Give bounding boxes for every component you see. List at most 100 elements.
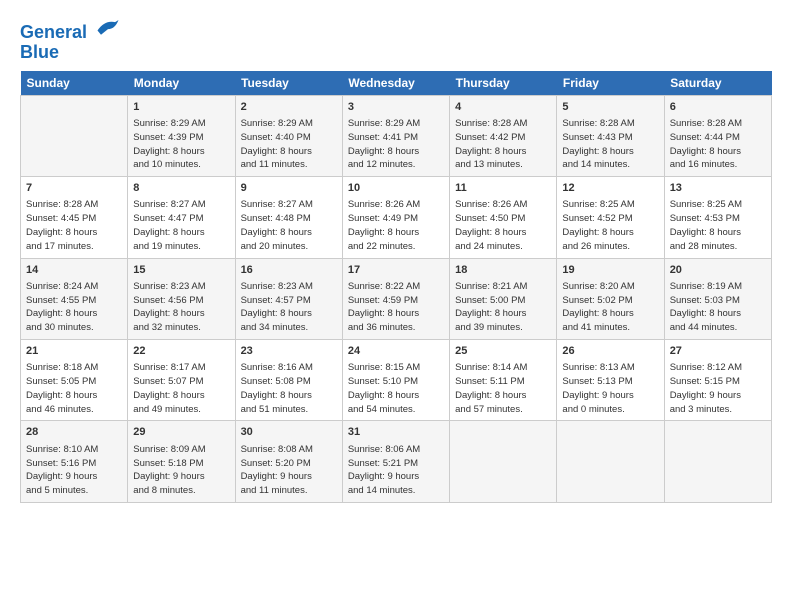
day-info: Sunrise: 8:22 AM Sunset: 4:59 PM Dayligh… (348, 280, 444, 335)
day-info: Sunrise: 8:13 AM Sunset: 5:13 PM Dayligh… (562, 361, 658, 416)
day-number: 15 (133, 263, 229, 278)
day-number: 3 (348, 100, 444, 115)
cell-3-7: 20 Sunrise: 8:19 AM Sunset: 5:03 PM Dayli… (664, 258, 771, 339)
cell-2-6: 12Sunrise: 8:25 AM Sunset: 4:52 PM Dayli… (557, 177, 664, 258)
day-info: Sunrise: 8:23 AM Sunset: 4:56 PM Dayligh… (133, 280, 229, 335)
day-info: Sunrise: 8:20 AM Sunset: 5:02 PM Dayligh… (562, 280, 658, 335)
day-info: Sunrise: 8:28 AM Sunset: 4:45 PM Dayligh… (26, 198, 122, 253)
day-info: Sunrise: 8:26 AM Sunset: 4:49 PM Dayligh… (348, 198, 444, 253)
page: General Blue SundayMondayTuesdayWednesda… (0, 0, 792, 612)
day-number: 24 (348, 344, 444, 359)
logo-bird-icon (94, 16, 122, 38)
day-number: 29 (133, 425, 229, 440)
col-header-tuesday: Tuesday (235, 71, 342, 96)
col-header-thursday: Thursday (450, 71, 557, 96)
day-number: 8 (133, 181, 229, 196)
day-number: 22 (133, 344, 229, 359)
day-number: 23 (241, 344, 337, 359)
cell-1-3: 2Sunrise: 8:29 AM Sunset: 4:40 PM Daylig… (235, 95, 342, 176)
week-row-2: 7Sunrise: 8:28 AM Sunset: 4:45 PM Daylig… (21, 177, 772, 258)
week-row-4: 21 Sunrise: 8:18 AM Sunset: 5:05 PM Dayli… (21, 339, 772, 420)
day-info: Sunrise: 8:25 AM Sunset: 4:53 PM Dayligh… (670, 198, 766, 253)
day-info: Sunrise: 8:28 AM Sunset: 4:44 PM Dayligh… (670, 117, 766, 172)
cell-1-1 (21, 95, 128, 176)
week-row-5: 28 Sunrise: 8:10 AM Sunset: 5:16 PM Dayli… (21, 421, 772, 502)
day-number: 4 (455, 100, 551, 115)
cell-2-2: 8 Sunrise: 8:27 AM Sunset: 4:47 PM Daylig… (128, 177, 235, 258)
cell-1-4: 3 Sunrise: 8:29 AM Sunset: 4:41 PM Daylig… (342, 95, 449, 176)
cell-4-7: 27Sunrise: 8:12 AM Sunset: 5:15 PM Dayli… (664, 339, 771, 420)
cell-2-5: 11Sunrise: 8:26 AM Sunset: 4:50 PM Dayli… (450, 177, 557, 258)
day-number: 13 (670, 181, 766, 196)
cell-3-1: 14 Sunrise: 8:24 AM Sunset: 4:55 PM Dayli… (21, 258, 128, 339)
day-number: 25 (455, 344, 551, 359)
day-info: Sunrise: 8:09 AM Sunset: 5:18 PM Dayligh… (133, 443, 229, 498)
day-info: Sunrise: 8:14 AM Sunset: 5:11 PM Dayligh… (455, 361, 551, 416)
day-info: Sunrise: 8:21 AM Sunset: 5:00 PM Dayligh… (455, 280, 551, 335)
cell-4-4: 24 Sunrise: 8:15 AM Sunset: 5:10 PM Dayli… (342, 339, 449, 420)
day-info: Sunrise: 8:27 AM Sunset: 4:47 PM Dayligh… (133, 198, 229, 253)
cell-4-2: 22 Sunrise: 8:17 AM Sunset: 5:07 PM Dayli… (128, 339, 235, 420)
cell-3-4: 17 Sunrise: 8:22 AM Sunset: 4:59 PM Dayli… (342, 258, 449, 339)
day-number: 17 (348, 263, 444, 278)
cell-5-2: 29 Sunrise: 8:09 AM Sunset: 5:18 PM Dayli… (128, 421, 235, 502)
day-number: 30 (241, 425, 337, 440)
day-info: Sunrise: 8:17 AM Sunset: 5:07 PM Dayligh… (133, 361, 229, 416)
day-number: 1 (133, 100, 229, 115)
day-number: 16 (241, 263, 337, 278)
day-number: 12 (562, 181, 658, 196)
day-info: Sunrise: 8:26 AM Sunset: 4:50 PM Dayligh… (455, 198, 551, 253)
cell-4-3: 23 Sunrise: 8:16 AM Sunset: 5:08 PM Dayli… (235, 339, 342, 420)
day-info: Sunrise: 8:29 AM Sunset: 4:41 PM Dayligh… (348, 117, 444, 172)
day-info: Sunrise: 8:28 AM Sunset: 4:42 PM Dayligh… (455, 117, 551, 172)
cell-3-2: 15 Sunrise: 8:23 AM Sunset: 4:56 PM Dayli… (128, 258, 235, 339)
day-info: Sunrise: 8:19 AM Sunset: 5:03 PM Dayligh… (670, 280, 766, 335)
day-info: Sunrise: 8:08 AM Sunset: 5:20 PM Dayligh… (241, 443, 337, 498)
logo-blue: Blue (20, 43, 122, 63)
day-number: 9 (241, 181, 337, 196)
cell-1-5: 4 Sunrise: 8:28 AM Sunset: 4:42 PM Daylig… (450, 95, 557, 176)
day-info: Sunrise: 8:06 AM Sunset: 5:21 PM Dayligh… (348, 443, 444, 498)
cell-5-5 (450, 421, 557, 502)
day-info: Sunrise: 8:18 AM Sunset: 5:05 PM Dayligh… (26, 361, 122, 416)
cell-2-3: 9 Sunrise: 8:27 AM Sunset: 4:48 PM Daylig… (235, 177, 342, 258)
cell-5-4: 31 Sunrise: 8:06 AM Sunset: 5:21 PM Dayli… (342, 421, 449, 502)
cell-2-4: 10 Sunrise: 8:26 AM Sunset: 4:49 PM Dayli… (342, 177, 449, 258)
day-number: 6 (670, 100, 766, 115)
day-info: Sunrise: 8:10 AM Sunset: 5:16 PM Dayligh… (26, 443, 122, 498)
cell-5-6 (557, 421, 664, 502)
cell-1-6: 5 Sunrise: 8:28 AM Sunset: 4:43 PM Daylig… (557, 95, 664, 176)
week-row-3: 14 Sunrise: 8:24 AM Sunset: 4:55 PM Dayli… (21, 258, 772, 339)
logo-text: General (20, 16, 122, 43)
cell-1-2: 1 Sunrise: 8:29 AM Sunset: 4:39 PM Daylig… (128, 95, 235, 176)
cell-4-1: 21 Sunrise: 8:18 AM Sunset: 5:05 PM Dayli… (21, 339, 128, 420)
day-info: Sunrise: 8:24 AM Sunset: 4:55 PM Dayligh… (26, 280, 122, 335)
day-info: Sunrise: 8:16 AM Sunset: 5:08 PM Dayligh… (241, 361, 337, 416)
logo-general: General (20, 22, 87, 42)
day-info: Sunrise: 8:12 AM Sunset: 5:15 PM Dayligh… (670, 361, 766, 416)
day-info: Sunrise: 8:15 AM Sunset: 5:10 PM Dayligh… (348, 361, 444, 416)
cell-3-6: 19Sunrise: 8:20 AM Sunset: 5:02 PM Dayli… (557, 258, 664, 339)
cell-5-7 (664, 421, 771, 502)
day-info: Sunrise: 8:28 AM Sunset: 4:43 PM Dayligh… (562, 117, 658, 172)
calendar-table: SundayMondayTuesdayWednesdayThursdayFrid… (20, 71, 772, 503)
cell-5-1: 28 Sunrise: 8:10 AM Sunset: 5:16 PM Dayli… (21, 421, 128, 502)
col-header-sunday: Sunday (21, 71, 128, 96)
cell-4-6: 26Sunrise: 8:13 AM Sunset: 5:13 PM Dayli… (557, 339, 664, 420)
col-header-wednesday: Wednesday (342, 71, 449, 96)
header: General Blue (20, 16, 772, 63)
day-info: Sunrise: 8:29 AM Sunset: 4:40 PM Dayligh… (241, 117, 337, 172)
day-number: 14 (26, 263, 122, 278)
day-number: 21 (26, 344, 122, 359)
day-number: 10 (348, 181, 444, 196)
day-info: Sunrise: 8:27 AM Sunset: 4:48 PM Dayligh… (241, 198, 337, 253)
cell-1-7: 6 Sunrise: 8:28 AM Sunset: 4:44 PM Daylig… (664, 95, 771, 176)
day-number: 20 (670, 263, 766, 278)
day-info: Sunrise: 8:29 AM Sunset: 4:39 PM Dayligh… (133, 117, 229, 172)
cell-5-3: 30 Sunrise: 8:08 AM Sunset: 5:20 PM Dayli… (235, 421, 342, 502)
col-header-friday: Friday (557, 71, 664, 96)
day-number: 5 (562, 100, 658, 115)
day-number: 31 (348, 425, 444, 440)
day-number: 28 (26, 425, 122, 440)
logo: General Blue (20, 16, 122, 63)
